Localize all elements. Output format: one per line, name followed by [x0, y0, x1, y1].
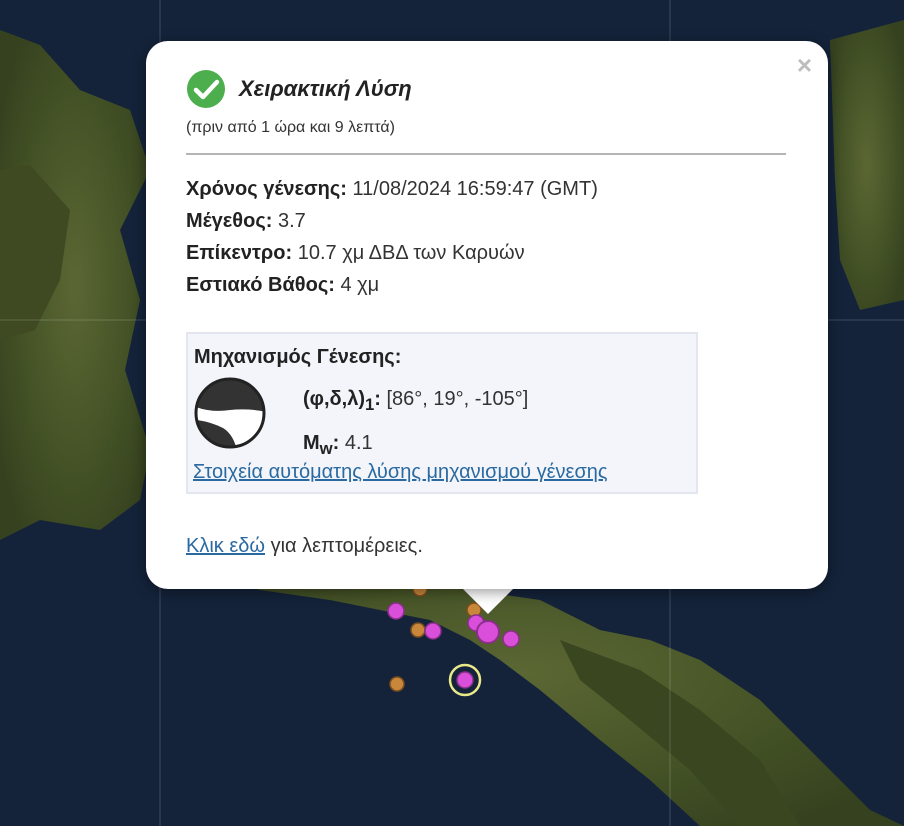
magnitude-row: Μέγεθος: 3.7 — [186, 205, 598, 237]
quake-marker — [476, 620, 500, 644]
automatic-solution-link[interactable]: Στοιχεία αυτόματης λύσης μηχανισμού γένε… — [193, 461, 608, 484]
nodal-plane-row: (φ,δ,λ)1: [86°, 19°, -105°] — [303, 380, 528, 424]
origin-time-label: Χρόνος γένεσης: — [186, 178, 347, 200]
earthquake-popup: × Χειρακτική Λύση (πριν από 1 ώρα και 9 … — [146, 41, 828, 589]
quake-marker — [502, 630, 520, 648]
origin-time-value: 11/08/2024 16:59:47 (GMT) — [352, 178, 598, 200]
beachball-icon — [194, 377, 266, 449]
event-details: Χρόνος γένεσης: 11/08/2024 16:59:47 (GMT… — [186, 173, 598, 301]
nodal-plane-value: [86°, 19°, -105°] — [386, 388, 529, 410]
origin-time-row: Χρόνος γένεσης: 11/08/2024 16:59:47 (GMT… — [186, 173, 598, 205]
divider — [186, 153, 786, 155]
depth-label: Εστιακό Βάθος: — [186, 274, 335, 296]
time-ago: (πριν από 1 ώρα και 9 λεπτά) — [186, 119, 395, 136]
solution-title: Χειρακτική Λύση — [239, 76, 412, 101]
epicenter-value: 10.7 χμ ΔΒΔ των Καρυών — [297, 242, 525, 264]
moment-magnitude-label: Mw: — [303, 432, 340, 458]
details-line: Κλικ εδώ για λεπτομέρειες. — [186, 535, 423, 558]
popup-pointer — [462, 588, 514, 614]
mechanism-params: (φ,δ,λ)1: [86°, 19°, -105°] Mw: 4.1 — [303, 380, 528, 468]
epicenter-label: Επίκεντρο: — [186, 242, 293, 264]
depth-row: Εστιακό Βάθος: 4 χμ — [186, 269, 598, 301]
quake-marker — [410, 622, 426, 638]
selected-quake-marker — [456, 671, 474, 689]
quake-marker — [387, 602, 405, 620]
moment-magnitude-value: 4.1 — [344, 432, 373, 454]
popup-header: Χειρακτική Λύση — [186, 69, 412, 109]
depth-value: 4 χμ — [340, 274, 380, 296]
focal-mechanism-box: Μηχανισμός Γένεσης: (φ,δ,λ)1: [86°, 19°,… — [186, 332, 698, 494]
check-circle-icon — [187, 70, 225, 108]
details-link[interactable]: Κλικ εδώ — [186, 535, 265, 557]
epicenter-row: Επίκεντρο: 10.7 χμ ΔΒΔ των Καρυών — [186, 237, 598, 269]
quake-marker — [424, 622, 442, 640]
magnitude-value: 3.7 — [277, 210, 306, 232]
magnitude-label: Μέγεθος: — [186, 210, 273, 232]
details-text: για λεπτομέρειες. — [265, 535, 423, 557]
quake-marker — [389, 676, 405, 692]
nodal-plane-label: (φ,δ,λ)1: — [303, 388, 381, 414]
close-icon[interactable]: × — [797, 51, 812, 79]
mechanism-title: Μηχανισμός Γένεσης: — [194, 346, 402, 368]
